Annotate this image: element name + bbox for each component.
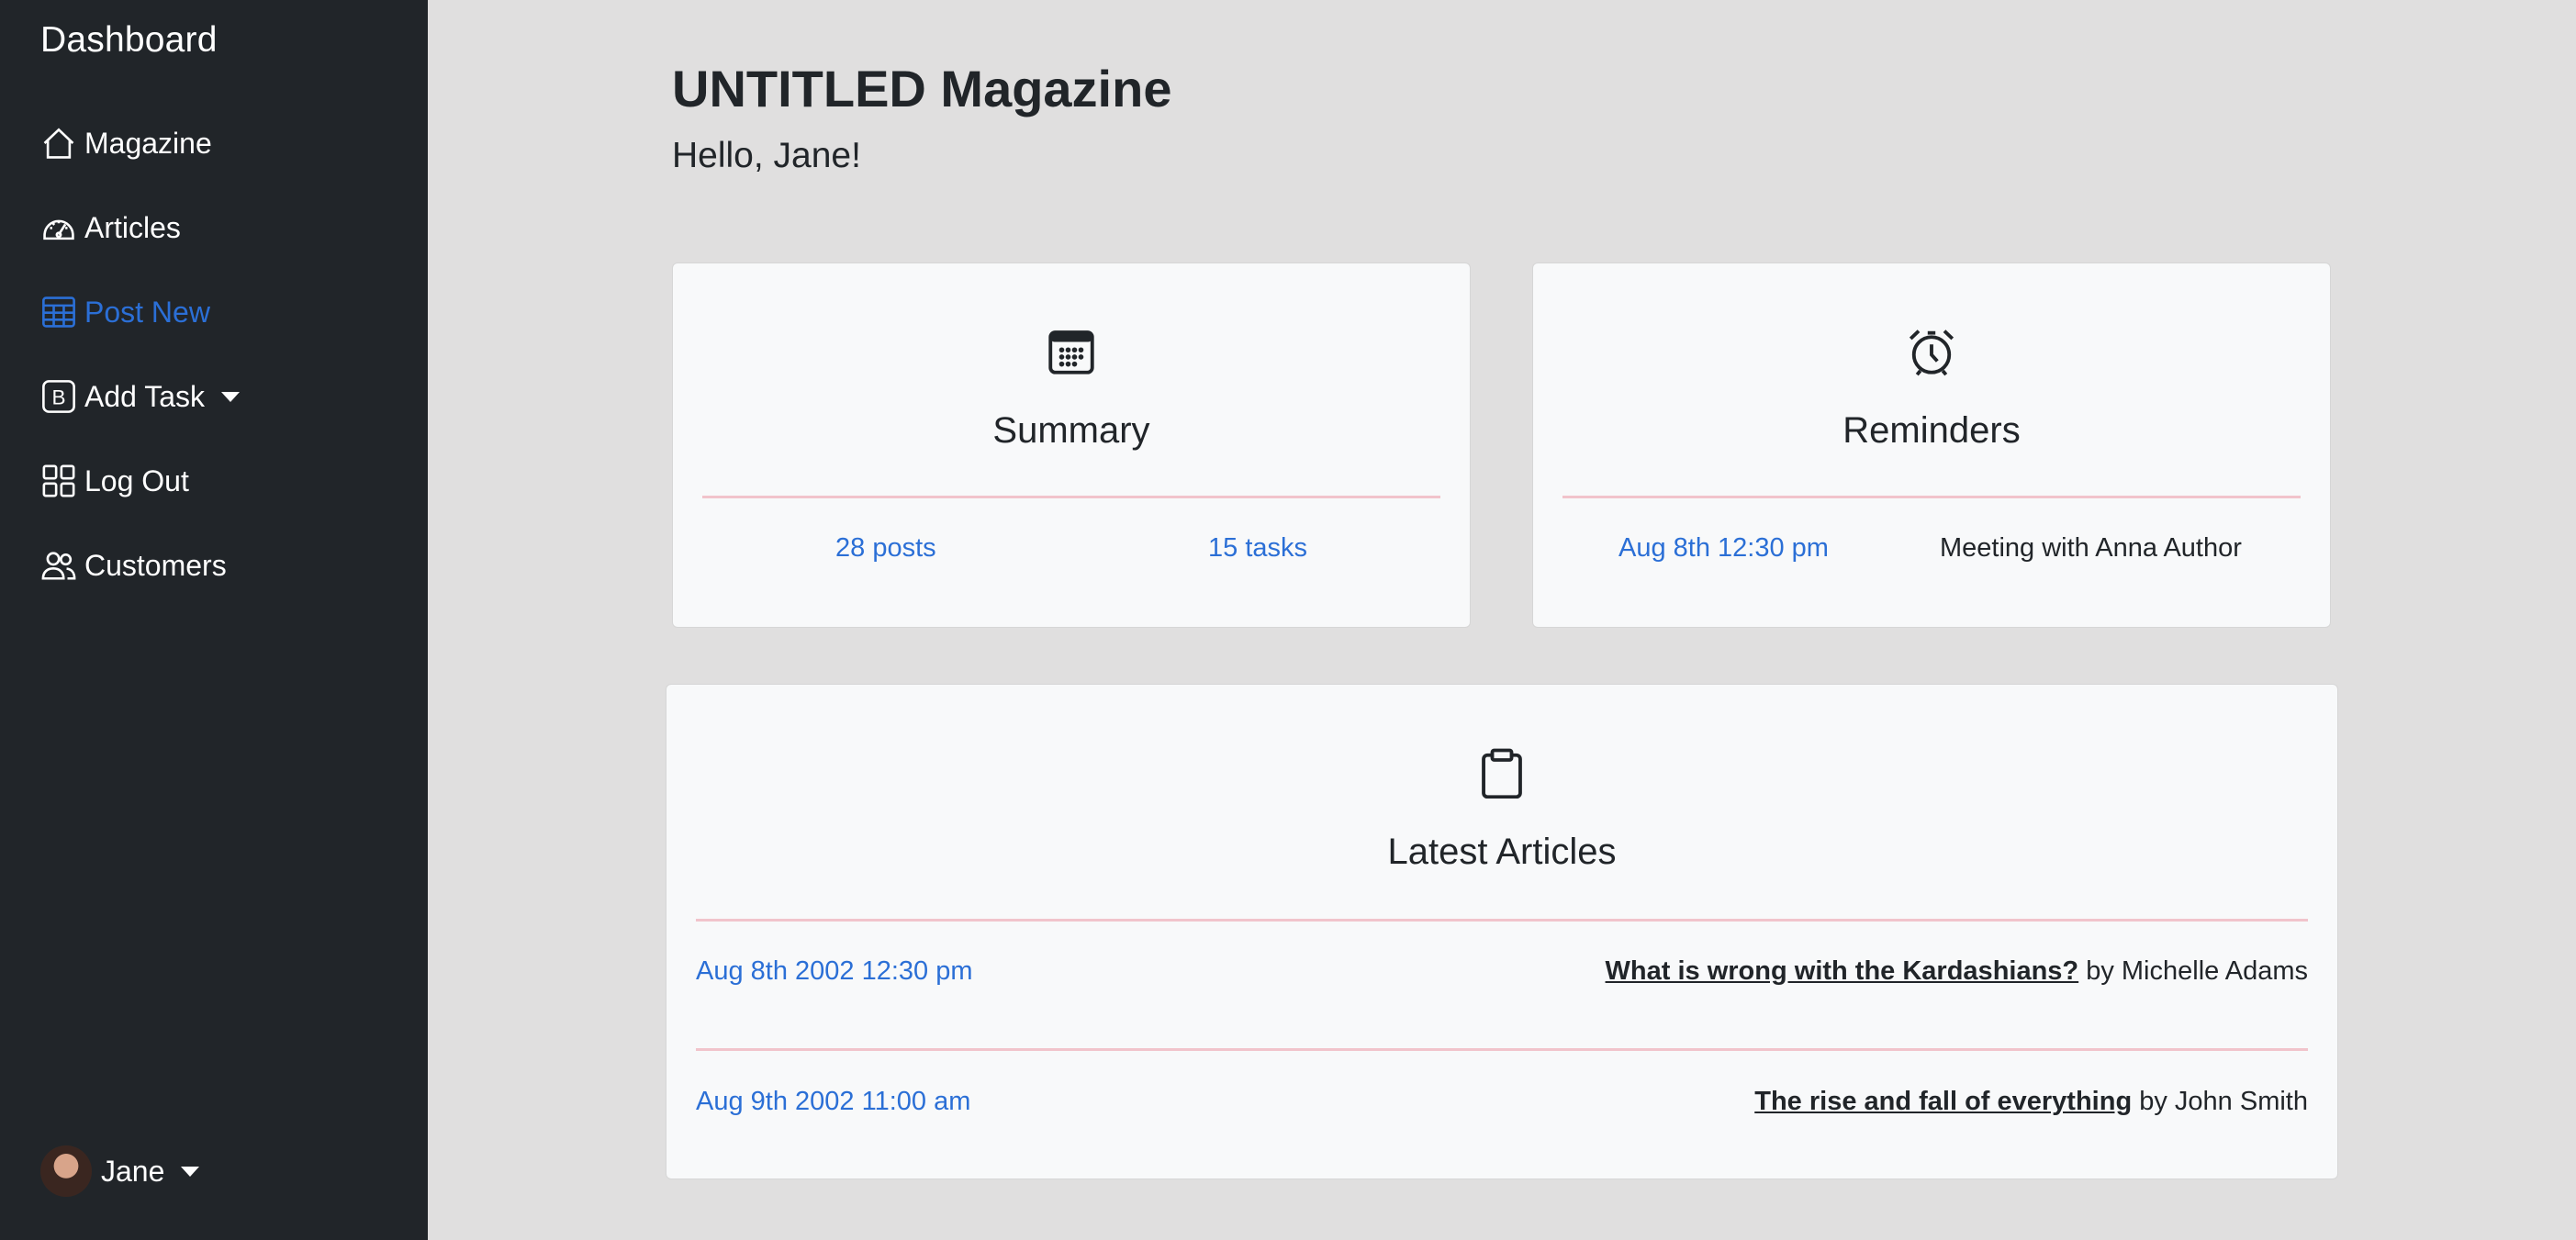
sidebar-nav: Magazine Articles Post New B Add Task Lo… xyxy=(40,119,241,626)
bootstrap-icon: B xyxy=(40,378,77,415)
reminders-card: Reminders Aug 8th 12:30 pm Meeting with … xyxy=(1532,263,2331,628)
grid-icon xyxy=(40,463,77,499)
reminder-text: Meeting with Anna Author xyxy=(1940,533,2242,563)
people-icon xyxy=(40,547,77,584)
article-row: The rise and fall of everything by John … xyxy=(1754,1087,2308,1117)
sidebar-item-label: Add Task xyxy=(84,379,206,413)
posts-link[interactable]: 28 posts xyxy=(835,533,936,564)
chevron-down-icon[interactable] xyxy=(221,391,241,402)
sidebar-item-label: Customers xyxy=(84,548,227,582)
house-icon xyxy=(40,125,77,162)
user-name: Jane xyxy=(101,1154,165,1188)
svg-text:B: B xyxy=(51,386,65,409)
article-author: by John Smith xyxy=(2139,1087,2308,1116)
main-content: UNTITLED Magazine Hello, Jane! Summary 2… xyxy=(428,0,2576,1240)
reminder-date-link[interactable]: Aug 8th 12:30 pm xyxy=(1618,533,1829,564)
alarm-icon xyxy=(1906,326,1957,377)
latest-articles-title: Latest Articles xyxy=(1387,832,1617,872)
speedometer-icon xyxy=(40,209,77,246)
calendar-icon xyxy=(1046,326,1097,377)
clipboard-icon xyxy=(1476,747,1528,799)
article-date-link[interactable]: Aug 9th 2002 11:00 am xyxy=(696,1087,970,1117)
latest-articles-card: Latest Articles Aug 8th 2002 12:30 pm Wh… xyxy=(666,684,2338,1179)
page-title: UNTITLED Magazine xyxy=(672,60,1172,117)
chevron-down-icon[interactable] xyxy=(181,1166,200,1177)
sidebar-item-label: Log Out xyxy=(84,464,189,497)
sidebar: Dashboard Magazine Articles Post New B A… xyxy=(0,0,428,1240)
reminders-title: Reminders xyxy=(1842,410,2021,451)
article-title-link[interactable]: The rise and fall of everything xyxy=(1754,1087,2132,1116)
avatar xyxy=(40,1145,92,1197)
table-icon xyxy=(40,294,77,330)
article-divider xyxy=(696,919,2308,922)
summary-card: Summary 28 posts 15 tasks xyxy=(672,263,1471,628)
article-row: What is wrong with the Kardashians? by M… xyxy=(1606,956,2308,987)
sidebar-item-label: Articles xyxy=(84,210,181,244)
user-menu[interactable]: Jane xyxy=(40,1145,200,1197)
sidebar-item-articles[interactable]: Articles xyxy=(40,204,240,251)
sidebar-item-label: Post New xyxy=(84,295,210,329)
article-date-link[interactable]: Aug 8th 2002 12:30 pm xyxy=(696,956,973,987)
reminders-divider xyxy=(1562,496,2301,498)
tasks-link[interactable]: 15 tasks xyxy=(1208,533,1307,564)
sidebar-item-label: Magazine xyxy=(84,126,212,160)
sidebar-item-add-task[interactable]: B Add Task xyxy=(40,373,241,420)
article-divider xyxy=(696,1048,2308,1051)
sidebar-item-customers[interactable]: Customers xyxy=(40,542,240,589)
greeting: Hello, Jane! xyxy=(672,136,861,175)
summary-title: Summary xyxy=(992,410,1150,451)
sidebar-brand[interactable]: Dashboard xyxy=(40,20,218,61)
summary-divider xyxy=(702,496,1440,498)
sidebar-item-magazine[interactable]: Magazine xyxy=(40,119,240,167)
article-title-link[interactable]: What is wrong with the Kardashians? xyxy=(1606,956,2079,986)
sidebar-item-log-out[interactable]: Log Out xyxy=(40,457,240,505)
sidebar-item-post-new[interactable]: Post New xyxy=(40,288,240,336)
article-author: by Michelle Adams xyxy=(2086,956,2308,986)
